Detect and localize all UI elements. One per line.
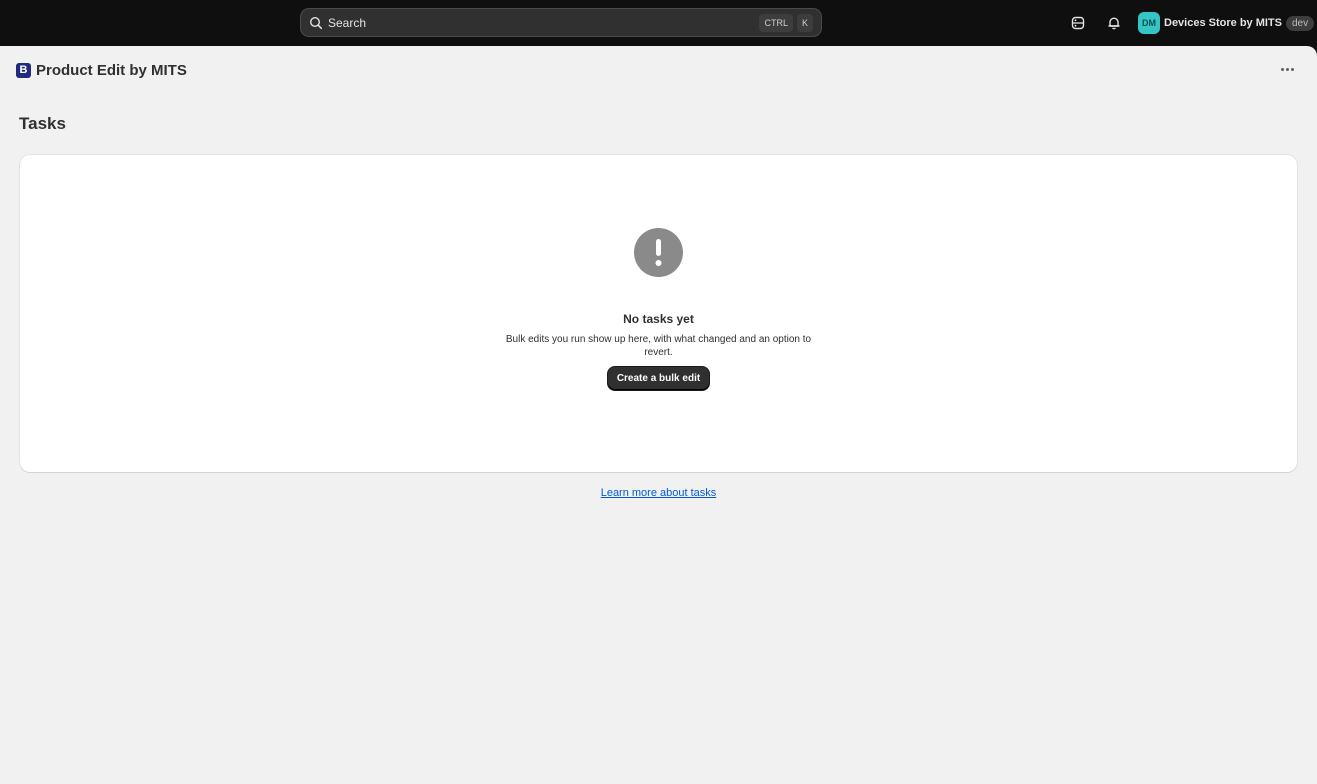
app-header: B Product Edit by MITS (16, 61, 187, 79)
empty-state-description: Bulk edits you run show up here, with wh… (505, 334, 812, 358)
app-logo-icon: B (16, 62, 31, 78)
create-bulk-edit-button[interactable]: Create a bulk edit (607, 367, 710, 390)
app-title: Product Edit by MITS (36, 61, 187, 79)
database-icon[interactable] (1069, 14, 1087, 32)
dot-icon (1280, 67, 1284, 71)
top-bar: Search CTRL K DM Devices Store by MITS d… (0, 0, 1317, 46)
page-title: Tasks (19, 114, 66, 133)
dot-icon (1285, 67, 1289, 71)
dev-badge: dev (1286, 15, 1315, 31)
learn-more-link[interactable]: Learn more about tasks (0, 487, 1317, 499)
dot-icon (1290, 67, 1294, 71)
avatar: DM (1138, 12, 1160, 34)
search-placeholder: Search (328, 15, 367, 30)
empty-state-title: No tasks yet (623, 312, 694, 326)
search-icon (309, 16, 323, 30)
more-actions-button[interactable] (1277, 62, 1297, 76)
shortcut-k: K (796, 13, 813, 32)
store-name: Devices Store by MITS (1164, 17, 1282, 29)
store-menu[interactable]: DM Devices Store by MITS dev (1138, 12, 1315, 34)
empty-state: No tasks yet Bulk edits you run show up … (20, 228, 1297, 390)
tasks-card: No tasks yet Bulk edits you run show up … (20, 155, 1297, 472)
alert-circle-icon (634, 228, 683, 277)
main-content: B Product Edit by MITS Tasks No tasks ye… (0, 46, 1317, 784)
search-bar[interactable]: Search CTRL K (300, 8, 822, 37)
bell-icon[interactable] (1105, 14, 1123, 32)
shortcut-ctrl: CTRL (759, 13, 793, 32)
